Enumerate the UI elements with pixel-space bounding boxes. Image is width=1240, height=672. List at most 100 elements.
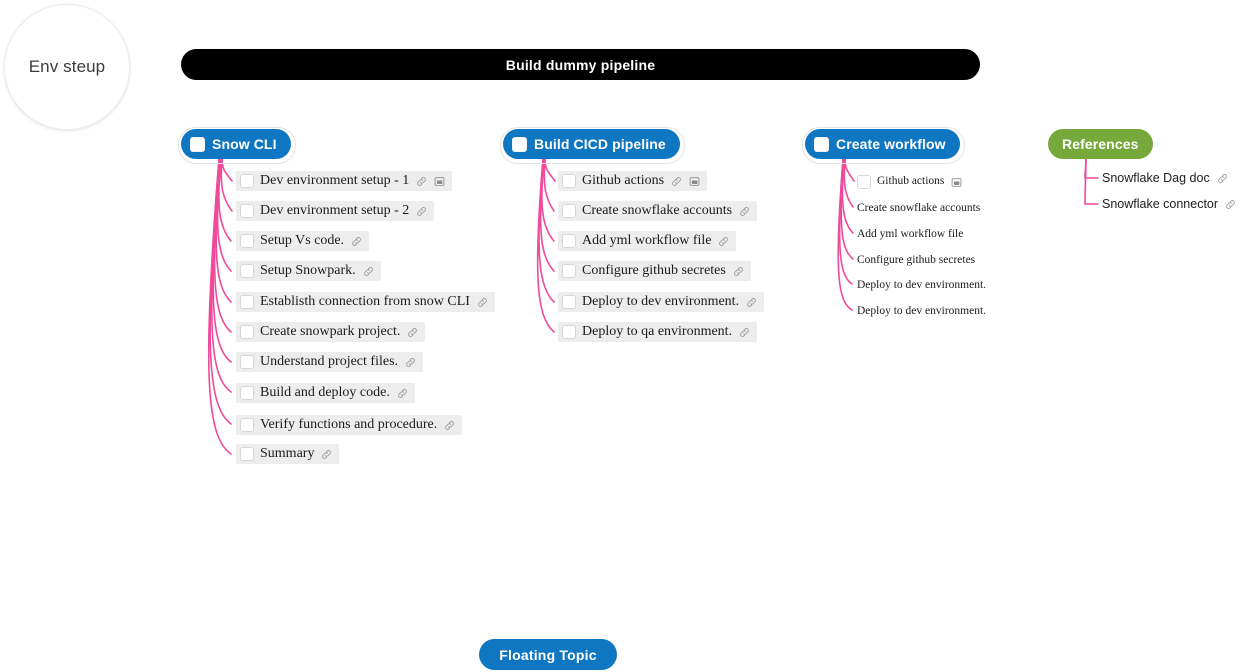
list-item-label: Configure github secretes — [582, 263, 726, 278]
link-icon[interactable] — [363, 266, 374, 277]
checkbox-icon[interactable] — [240, 295, 254, 309]
link-icon[interactable] — [671, 176, 682, 187]
branch-checkbox-icon[interactable] — [190, 136, 205, 152]
list-item-label: Setup Snowpark. — [260, 263, 356, 278]
branch-checkbox-icon[interactable] — [814, 136, 829, 152]
branch-checkbox-icon[interactable] — [512, 136, 527, 152]
checkbox-icon[interactable] — [857, 175, 871, 189]
floating-topic-label: Floating Topic — [499, 646, 597, 663]
note-icon[interactable] — [434, 176, 445, 187]
checkbox-icon[interactable] — [240, 174, 254, 188]
list-item[interactable]: Dev environment setup - 1 — [236, 171, 453, 191]
list-item[interactable]: Deploy to dev environment. — [558, 292, 765, 312]
checkbox-icon[interactable] — [240, 204, 254, 218]
link-icon[interactable] — [746, 297, 757, 308]
link-icon[interactable] — [733, 266, 744, 277]
list-item-label: Create snowflake accounts — [857, 202, 981, 215]
list-item-label: Snowflake connector — [1102, 196, 1219, 211]
checkbox-icon[interactable] — [240, 264, 254, 278]
list-item[interactable]: Setup Vs code. — [236, 231, 370, 251]
list-item-label: Configure github secretes — [857, 254, 976, 267]
list-item-label: Github actions — [582, 173, 665, 188]
list-item-label: Snowflake Dag doc — [1102, 170, 1210, 185]
list-item[interactable]: Create snowflake accounts — [857, 201, 980, 217]
checkbox-icon[interactable] — [562, 295, 576, 309]
branch-header-references[interactable]: References — [1048, 129, 1153, 159]
link-icon[interactable] — [739, 206, 750, 217]
note-icon[interactable] — [689, 176, 700, 187]
branch-header-label: References — [1062, 136, 1139, 152]
link-icon[interactable] — [397, 388, 408, 399]
list-item[interactable]: Configure github secretes — [558, 261, 751, 281]
list-item[interactable]: Snowflake connector — [1102, 196, 1236, 212]
list-item[interactable]: Establisth connection from snow CLI — [236, 292, 495, 312]
list-item[interactable]: Verify functions and procedure. — [236, 415, 463, 435]
list-item[interactable]: Snowflake Dag doc — [1102, 170, 1228, 186]
list-item-label: Github actions — [877, 175, 945, 188]
list-item-label: Build and deploy code. — [260, 385, 390, 400]
link-icon[interactable] — [718, 236, 729, 247]
list-item-label: Understand project files. — [260, 354, 399, 369]
list-item[interactable]: Github actions — [558, 171, 708, 191]
list-item-label: Verify functions and procedure. — [260, 417, 438, 432]
branch-header-label: Build CICD pipeline — [534, 136, 666, 152]
floating-topic[interactable]: Floating Topic — [479, 639, 617, 670]
list-item[interactable]: Deploy to dev environment. — [857, 304, 986, 320]
list-item[interactable]: Build and deploy code. — [236, 383, 415, 403]
list-item[interactable]: Create snowflake accounts — [558, 201, 758, 221]
link-icon[interactable] — [416, 206, 427, 217]
link-icon[interactable] — [477, 297, 488, 308]
list-item[interactable]: Summary — [236, 444, 340, 464]
link-icon[interactable] — [321, 449, 332, 460]
link-icon[interactable] — [416, 176, 427, 187]
list-item[interactable]: Setup Snowpark. — [236, 261, 381, 281]
checkbox-icon[interactable] — [562, 234, 576, 248]
list-item[interactable]: Deploy to qa environment. — [558, 322, 758, 342]
checkbox-icon[interactable] — [562, 264, 576, 278]
checkbox-icon[interactable] — [240, 234, 254, 248]
list-item[interactable]: Dev environment setup - 2 — [236, 201, 435, 221]
root-topic[interactable]: Build dummy pipeline — [181, 49, 980, 80]
mindmap-canvas[interactable]: Env steup Build dummy pipeline Snow CLI … — [0, 0, 1240, 672]
list-item-label: Setup Vs code. — [260, 233, 345, 248]
branch-header-create-workflow[interactable]: Create workflow — [802, 127, 965, 164]
checkbox-icon[interactable] — [240, 447, 254, 461]
link-icon[interactable] — [407, 327, 418, 338]
link-icon[interactable] — [351, 236, 362, 247]
checkbox-icon[interactable] — [562, 174, 576, 188]
checkbox-icon[interactable] — [240, 325, 254, 339]
list-item-label: Dev environment setup - 2 — [260, 203, 410, 218]
list-item-label: Deploy to dev environment. — [857, 279, 987, 292]
list-item-label: Establisth connection from snow CLI — [260, 294, 470, 309]
list-item[interactable]: Add yml workflow file — [558, 231, 737, 251]
note-icon[interactable] — [951, 177, 962, 188]
list-item-label: Deploy to dev environment. — [857, 305, 987, 318]
branch-header-snow-cli[interactable]: Snow CLI — [178, 127, 296, 164]
link-icon[interactable] — [739, 327, 750, 338]
branch-header-build-cicd-pipeline[interactable]: Build CICD pipeline — [500, 127, 685, 164]
checkbox-icon[interactable] — [240, 418, 254, 432]
branch-header-label: Snow CLI — [212, 136, 277, 152]
checkbox-icon[interactable] — [240, 386, 254, 400]
checkbox-icon[interactable] — [562, 204, 576, 218]
list-item-label: Create snowpark project. — [260, 324, 401, 339]
checkbox-icon[interactable] — [562, 325, 576, 339]
list-item-label: Deploy to qa environment. — [582, 324, 733, 339]
list-item-label: Deploy to dev environment. — [582, 294, 740, 309]
list-item-label: Summary — [260, 446, 315, 461]
list-item[interactable]: Understand project files. — [236, 352, 424, 372]
list-item[interactable]: Create snowpark project. — [236, 322, 426, 342]
circle-topic-env-setup[interactable]: Env steup — [4, 4, 130, 130]
link-icon[interactable] — [444, 420, 455, 431]
checkbox-icon[interactable] — [240, 355, 254, 369]
list-item[interactable]: Github actions — [857, 172, 962, 192]
link-icon[interactable] — [1225, 199, 1236, 210]
branch-header-label: Create workflow — [836, 136, 946, 152]
list-item[interactable]: Deploy to dev environment. — [857, 278, 986, 294]
link-icon[interactable] — [405, 357, 416, 368]
link-icon[interactable] — [1217, 173, 1228, 184]
list-item-label: Add yml workflow file — [857, 228, 964, 241]
list-item[interactable]: Configure github secretes — [857, 253, 975, 269]
circle-topic-label: Env steup — [28, 57, 106, 76]
list-item[interactable]: Add yml workflow file — [857, 227, 963, 243]
